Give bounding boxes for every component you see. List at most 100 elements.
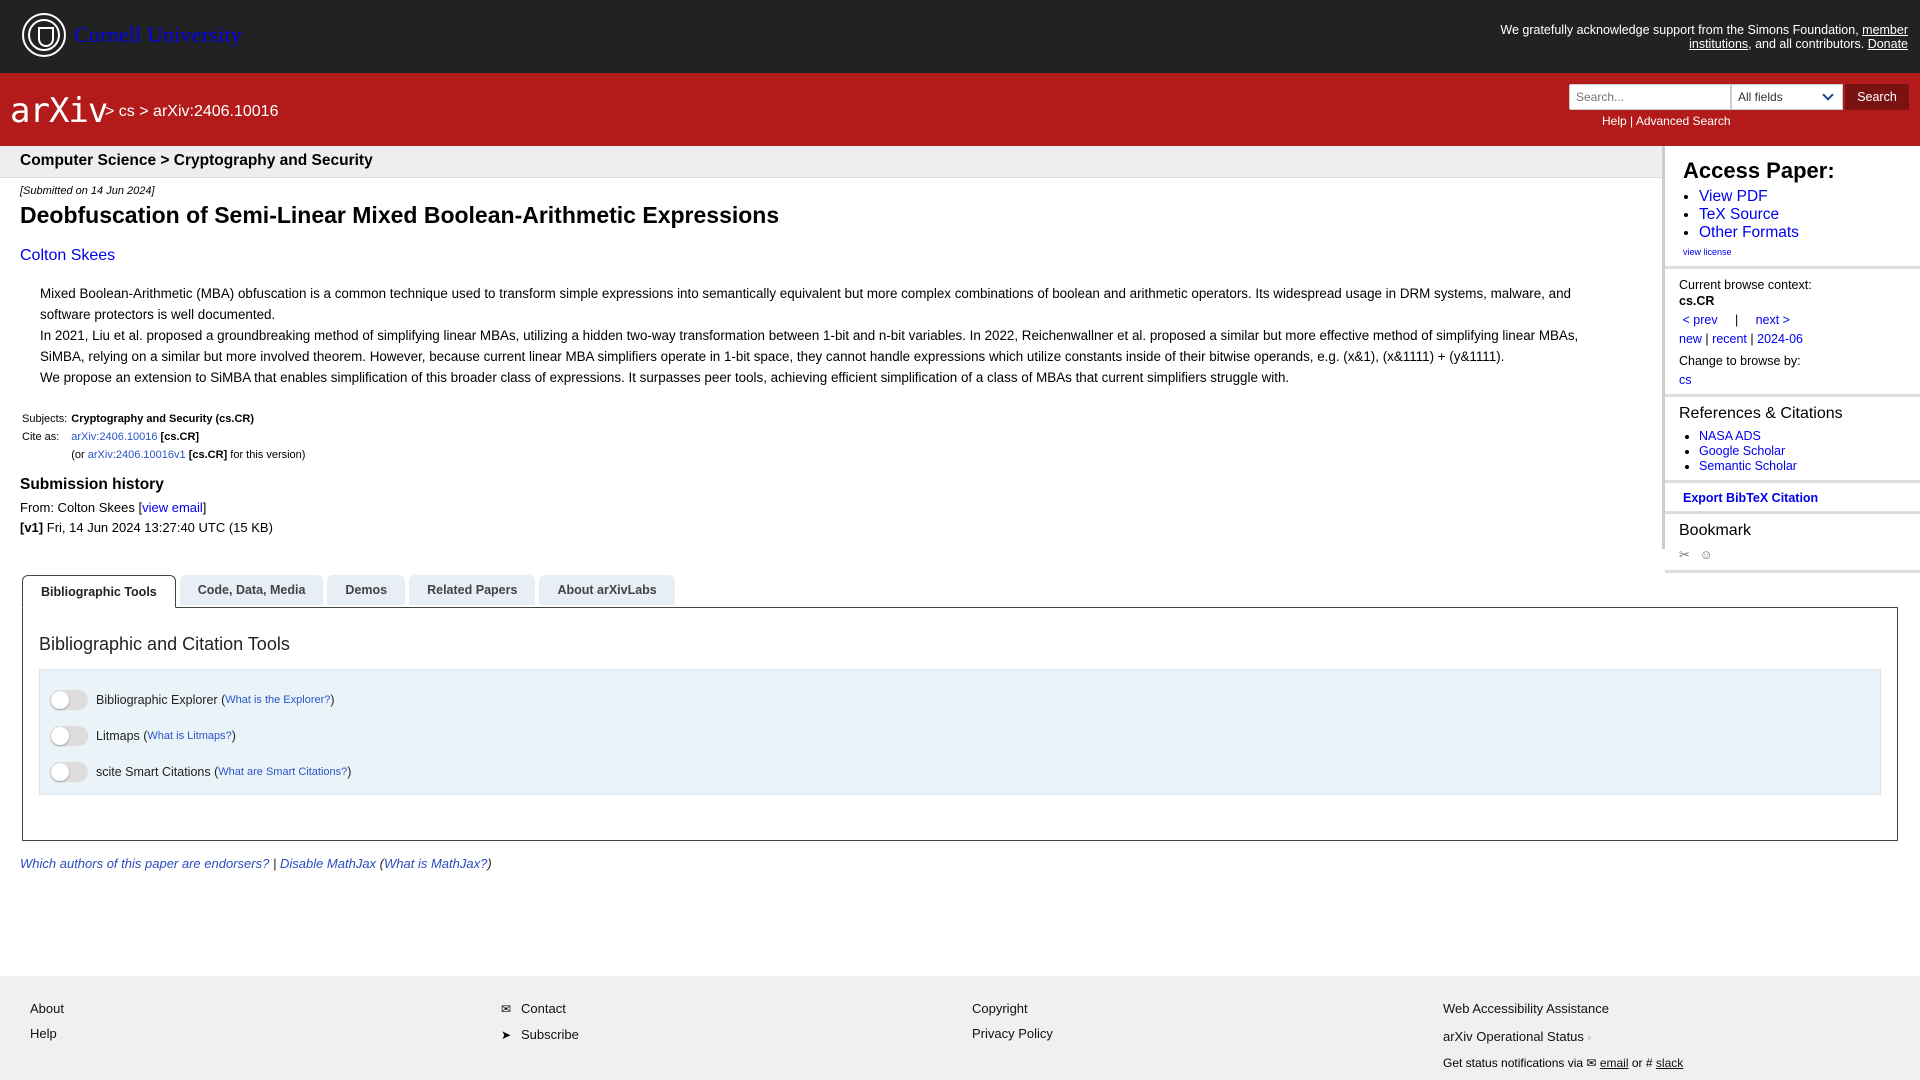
tab-demos[interactable]: Demos <box>327 575 406 605</box>
footer-subscribe-link[interactable]: Subscribe <box>521 1027 579 1042</box>
next-link[interactable]: next > <box>1756 313 1790 327</box>
donate-link[interactable]: Donate <box>1868 37 1908 51</box>
disable-mathjax-link[interactable]: Disable MathJax <box>280 856 376 871</box>
breadcrumb: > cs > arXiv:2406.10016 <box>105 103 279 120</box>
google-scholar-link[interactable]: Google Scholar <box>1699 444 1785 458</box>
view-pdf-link[interactable]: View PDF <box>1699 188 1768 205</box>
abstract-paragraph: Mixed Boolean-Arithmetic (MBA) obfuscati… <box>40 286 1571 322</box>
footer-copyright-link[interactable]: Copyright <box>972 1001 1028 1016</box>
access-paper-title: Access Paper: <box>1683 158 1835 183</box>
subjects-label: Subjects: <box>22 413 68 425</box>
sidebar: Access Paper: View PDF TeX Source Other … <box>1662 146 1920 573</box>
subjects-value: Cryptography and Security (cs.CR) <box>71 413 255 425</box>
references-box: References & Citations NASA ADS Google S… <box>1665 397 1920 483</box>
help-links: Help | Advanced Search <box>1602 114 1731 128</box>
endorse-links: Which authors of this paper are endorser… <box>20 856 492 871</box>
cornell-seal-icon <box>22 13 66 57</box>
help-link[interactable]: Help <box>1602 114 1627 128</box>
labs-tabs: Bibliographic Tools Code, Data, Media De… <box>22 575 1898 841</box>
cornell-logo-link[interactable]: Cornell University <box>22 13 242 57</box>
tab-code-data-media[interactable]: Code, Data, Media <box>179 575 324 605</box>
submission-history-title: Submission history <box>20 476 164 493</box>
cornell-name: Cornell University <box>74 22 242 47</box>
new-link[interactable]: new <box>1679 332 1702 346</box>
browse-context-box: Current browse context: cs.CR < prev | n… <box>1665 269 1920 397</box>
arxiv-header: arXiv > cs > arXiv:2406.10016 All fields… <box>0 73 1920 146</box>
litmaps-toggle[interactable] <box>50 726 88 746</box>
what-is-mathjax-link[interactable]: What is MathJax? <box>384 856 487 871</box>
envelope-icon: ✉ <box>1586 1056 1597 1070</box>
context-value: cs.CR <box>1679 294 1715 308</box>
cite-link[interactable]: arXiv:2406.10016 <box>71 431 157 443</box>
chevron-right-icon: › <box>1587 1032 1592 1044</box>
envelope-icon: ✉ <box>501 1002 512 1016</box>
other-formats-link[interactable]: Other Formats <box>1699 224 1799 241</box>
tools-box: Bibliographic Explorer (What is the Expl… <box>39 669 1881 795</box>
access-paper-box: Access Paper: View PDF TeX Source Other … <box>1665 146 1920 269</box>
nasa-ads-link[interactable]: NASA ADS <box>1699 429 1761 443</box>
bibsonomy-icon[interactable]: ✂ <box>1679 547 1695 563</box>
explorer-help-link[interactable]: What is the Explorer? <box>225 694 330 706</box>
recent-link[interactable]: recent <box>1712 332 1747 346</box>
scite-toggle[interactable] <box>50 762 88 782</box>
view-license-link[interactable]: view license <box>1683 247 1732 257</box>
search-field-select[interactable]: All fields <box>1731 84 1843 110</box>
date-link[interactable]: 2024-06 <box>1757 332 1803 346</box>
main-content: Computer Science > Cryptography and Secu… <box>0 146 1662 538</box>
abstract: Mixed Boolean-Arithmetic (MBA) obfuscati… <box>40 283 1624 388</box>
acknowledgement: We gratefully acknowledge support from t… <box>1500 23 1908 51</box>
abstract-paragraph: We propose an extension to SiMBA that en… <box>40 370 1290 385</box>
footer-status-link[interactable]: arXiv Operational Status <box>1443 1029 1584 1044</box>
status-email-link[interactable]: email <box>1600 1056 1629 1070</box>
browse-cs-link[interactable]: cs <box>1679 373 1692 387</box>
reddit-icon[interactable]: ☺ <box>1699 547 1715 563</box>
footer-about-link[interactable]: About <box>30 1001 64 1016</box>
metadata-table: Subjects: Cryptography and Security (cs.… <box>20 410 307 464</box>
slack-icon: # <box>1645 1056 1653 1070</box>
tab-bibliographic-tools[interactable]: Bibliographic Tools <box>22 575 176 608</box>
tex-source-link[interactable]: TeX Source <box>1699 206 1779 223</box>
arxiv-logo[interactable]: arXiv <box>10 91 108 131</box>
breadcrumb-id: arXiv:2406.10016 <box>153 103 279 120</box>
view-email-link[interactable]: view email <box>142 500 203 515</box>
submission-history: From: Colton Skees [view email] [v1] Fri… <box>20 500 273 535</box>
prev-link[interactable]: < prev <box>1682 313 1717 327</box>
footer-help-link[interactable]: Help <box>30 1026 57 1041</box>
cornell-header: Cornell University We gratefully acknowl… <box>0 0 1920 73</box>
footer-privacy-link[interactable]: Privacy Policy <box>972 1026 1053 1041</box>
tool-row: scite Smart Citations (What are Smart Ci… <box>50 754 1870 790</box>
cite-version-link[interactable]: arXiv:2406.10016v1 <box>88 449 186 461</box>
scite-help-link[interactable]: What are Smart Citations? <box>218 766 347 778</box>
export-bibtex-link[interactable]: Export BibTeX Citation <box>1683 491 1818 505</box>
status-notifications: Get status notifications via ✉ email or … <box>1443 1056 1684 1070</box>
paper-title: Deobfuscation of Semi-Linear Mixed Boole… <box>20 202 780 228</box>
authors: Colton Skees <box>20 247 1642 265</box>
status-slack-link[interactable]: slack <box>1656 1056 1683 1070</box>
litmaps-help-link[interactable]: What is Litmaps? <box>147 730 231 742</box>
search-input[interactable] <box>1569 84 1731 110</box>
author-link[interactable]: Colton Skees <box>20 247 115 264</box>
advanced-search-link[interactable]: Advanced Search <box>1636 114 1731 128</box>
semantic-scholar-link[interactable]: Semantic Scholar <box>1699 459 1797 473</box>
tab-related-papers[interactable]: Related Papers <box>409 575 536 605</box>
bibtex-box: Export BibTeX Citation <box>1665 483 1920 514</box>
tool-row: Litmaps (What is Litmaps?) <box>50 718 1870 754</box>
paper-plane-icon: ➤ <box>501 1028 512 1042</box>
chevron-down-icon <box>1822 89 1834 101</box>
abstract-paragraph: In 2021, Liu et al. proposed a groundbre… <box>40 328 1579 364</box>
cite-label: Cite as: <box>22 431 60 443</box>
tab-panel: Bibliographic and Citation Tools Bibliog… <box>22 607 1898 841</box>
breadcrumb-cs[interactable]: cs <box>119 103 135 120</box>
bibliographic-explorer-toggle[interactable] <box>50 690 88 710</box>
footer-contact-link[interactable]: Contact <box>521 1001 566 1016</box>
panel-title: Bibliographic and Citation Tools <box>39 634 290 654</box>
search-form: All fields Search <box>1569 84 1909 110</box>
category-heading: Computer Science > Cryptography and Secu… <box>0 146 1662 178</box>
search-button[interactable]: Search <box>1845 84 1909 110</box>
tab-about-arxivlabs[interactable]: About arXivLabs <box>539 575 675 605</box>
bookmark-box: Bookmark ✂ ☺ <box>1665 514 1920 573</box>
footer-accessibility-link[interactable]: Web Accessibility Assistance <box>1443 1001 1609 1016</box>
endorsers-link[interactable]: Which authors of this paper are endorser… <box>20 856 269 871</box>
footer: About Help ✉ Contact ➤ Subscribe Copyright… <box>0 976 1920 1080</box>
tool-row: Bibliographic Explorer (What is the Expl… <box>50 682 1870 718</box>
